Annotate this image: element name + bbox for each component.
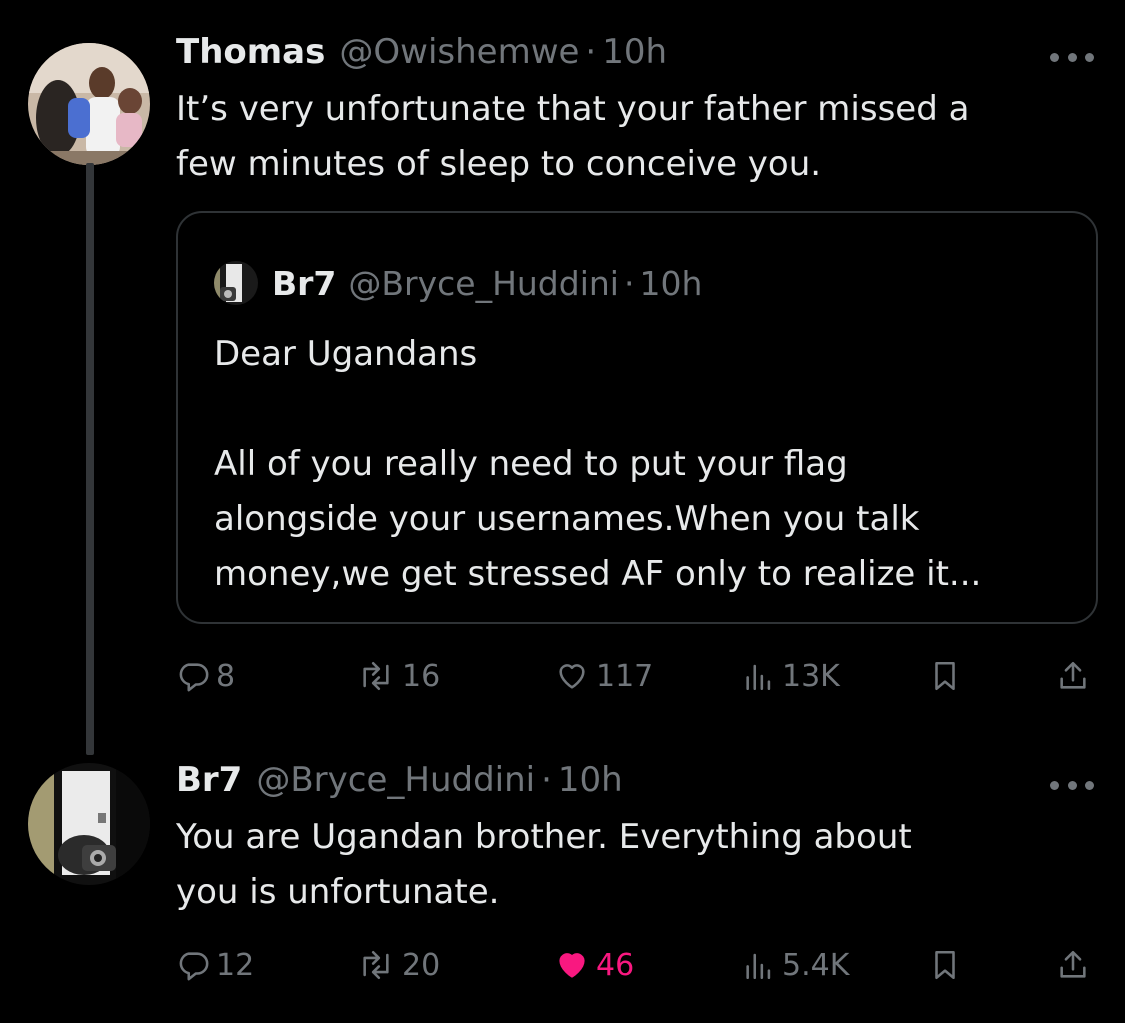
quoted-tweet[interactable]: Br7 @Bryce_Huddini · 10h Dear Ugandans A… — [176, 211, 1098, 624]
tweet1-display-name[interactable]: Thomas — [176, 32, 325, 72]
share-button[interactable] — [1056, 940, 1090, 990]
views-button[interactable]: 13K — [742, 651, 840, 701]
repost-icon — [363, 950, 389, 980]
views-count: 13K — [782, 658, 840, 694]
avatar-thomas[interactable] — [28, 43, 150, 165]
views-icon — [746, 664, 771, 691]
like-icon — [559, 953, 585, 978]
views-icon — [746, 953, 771, 980]
reply-button[interactable]: 12 — [176, 940, 254, 990]
views-button[interactable]: 5.4K — [742, 940, 849, 990]
tweet2-handle[interactable]: @Bryce_Huddini — [256, 760, 535, 800]
share-icon — [1060, 950, 1086, 978]
quote-separator: · — [623, 263, 635, 303]
tweet2-display-name[interactable]: Br7 — [176, 760, 242, 800]
share-button[interactable] — [1056, 651, 1090, 701]
views-count: 5.4K — [782, 947, 850, 983]
quote-timestamp: 10h — [639, 263, 703, 303]
tweet1-handle[interactable]: @Owishemwe — [339, 32, 579, 72]
tweet2-text: You are Ugandan brother. Everything abou… — [176, 817, 912, 912]
like-button[interactable]: 117 — [554, 651, 653, 701]
thread-connector-line — [86, 163, 94, 755]
share-icon — [1060, 661, 1086, 689]
reply-count: 12 — [216, 947, 255, 983]
quote-display-name: Br7 — [272, 263, 337, 303]
tweet2-timestamp[interactable]: 10h — [558, 760, 623, 800]
reply-button[interactable]: 8 — [176, 651, 235, 701]
like-count: 46 — [596, 947, 635, 983]
bookmark-icon — [935, 950, 955, 980]
tweet1-timestamp[interactable]: 10h — [602, 32, 667, 72]
reply-icon — [179, 663, 209, 692]
repost-button[interactable]: 20 — [356, 940, 440, 990]
quote-header: Br7 @Bryce_Huddini · 10h — [214, 261, 702, 305]
repost-icon — [363, 661, 389, 691]
more-icon[interactable] — [1050, 778, 1094, 792]
reply-count: 8 — [216, 658, 236, 694]
tweet1-separator: · — [585, 32, 597, 72]
like-count: 117 — [596, 658, 654, 694]
tweet2-action-bar: 12 20 46 5.4K — [176, 940, 1096, 990]
like-button[interactable]: 46 — [554, 940, 634, 990]
quote-handle: @Bryce_Huddini — [348, 263, 619, 303]
tweet1-text: It’s very unfortunate that your father m… — [176, 89, 970, 184]
repost-button[interactable]: 16 — [356, 651, 440, 701]
quote-text: Dear Ugandans All of you really need to … — [214, 334, 982, 594]
repost-count: 20 — [402, 947, 441, 983]
reply-icon — [179, 952, 209, 981]
bookmark-button[interactable] — [928, 940, 962, 990]
like-icon — [559, 664, 585, 689]
avatar-br7[interactable] — [28, 763, 150, 885]
tweet2-header: Br7 @Bryce_Huddini · 10h — [176, 760, 623, 800]
avatar-br7-small — [214, 261, 258, 305]
tweet1-action-bar: 8 16 117 13K — [176, 651, 1096, 701]
tweet1-header: Thomas @Owishemwe · 10h — [176, 32, 667, 72]
bookmark-icon — [935, 661, 955, 691]
bookmark-button[interactable] — [928, 651, 962, 701]
tweet2-separator: · — [541, 760, 552, 800]
more-icon[interactable] — [1050, 50, 1094, 64]
repost-count: 16 — [402, 658, 441, 694]
